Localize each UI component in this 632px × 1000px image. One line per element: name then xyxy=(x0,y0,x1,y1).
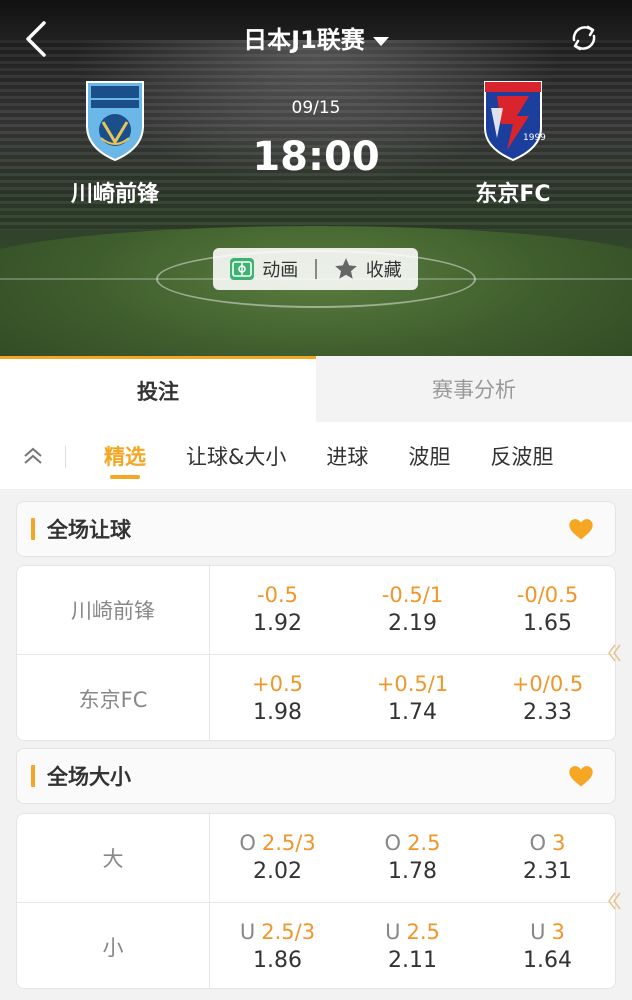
line-value: 3 xyxy=(552,831,566,855)
totals-line: O3 xyxy=(530,829,566,857)
handicap-line: -0.5/1 xyxy=(381,583,444,607)
odds-value: 2.31 xyxy=(523,859,572,884)
line-value: 2.5/3 xyxy=(261,831,316,855)
line-value: 2.5 xyxy=(407,831,441,855)
collapse-button[interactable] xyxy=(0,422,66,489)
away-team: 1999 东京FC xyxy=(433,78,593,208)
totals-line: O 2.5/3 xyxy=(239,829,315,857)
league-selector[interactable]: 日本J1联赛 xyxy=(0,20,632,55)
away-team-logo: 1999 xyxy=(484,81,546,162)
svg-text:1999: 1999 xyxy=(523,133,546,143)
top-bar: 日本J1联赛 xyxy=(0,0,632,76)
scroll-left-arrow-icon[interactable] xyxy=(606,642,622,664)
tab-match-analysis[interactable]: 赛事分析 xyxy=(316,356,632,422)
home-team-name: 川崎前锋 xyxy=(70,182,159,207)
odds-cell[interactable]: U 2.5/3 1.86 xyxy=(210,903,345,988)
animation-label: 动画 xyxy=(262,260,299,281)
section-totals-header: 全场大小 xyxy=(16,748,616,804)
totals-line: U3 xyxy=(530,918,565,946)
collapse-chevrons-icon xyxy=(24,447,42,464)
scroll-left-arrow-icon[interactable] xyxy=(606,890,622,912)
odds-cell[interactable]: +0.5/1 1.74 xyxy=(345,655,480,740)
odds-cell[interactable]: -0.5/1 2.19 xyxy=(345,566,480,654)
favorite-button[interactable]: 收藏 xyxy=(317,248,419,290)
table-row: 东京FC +0.5 1.98 +0.5/1 1.74 +0/0.5 2.33 xyxy=(17,654,615,740)
handicap-line: -0.5 xyxy=(257,583,298,607)
odds-cell[interactable]: -0.5 1.92 xyxy=(210,566,345,654)
table-row: 大 O 2.5/3 2.02 O 2.5 1.78 O3 2.31 xyxy=(17,814,615,902)
row-label: 东京FC xyxy=(17,655,210,740)
handicap-line: +0/0.5 xyxy=(511,671,584,696)
handicap-line: +0.5/1 xyxy=(376,671,449,696)
under-prefix: U xyxy=(530,919,546,944)
totals-odds-table: 大 O 2.5/3 2.02 O 2.5 1.78 O3 2.31 小 U 2.5/3… xyxy=(16,813,616,989)
section-title: 全场让球 xyxy=(47,518,131,542)
odds-value: 1.86 xyxy=(253,947,302,973)
table-row: 小 U 2.5/3 1.86 U 2.5 2.11 U3 1.64 xyxy=(17,902,615,988)
odds-cell[interactable]: +0.5 1.98 xyxy=(210,655,345,740)
odds-value: 1.92 xyxy=(253,611,302,636)
line-value: 2.5/3 xyxy=(261,919,316,944)
odds-cell[interactable]: U 2.5 2.11 xyxy=(345,903,480,988)
match-actions: 动画 收藏 xyxy=(213,248,418,290)
line-value: 2.5 xyxy=(406,919,440,944)
odds-cell[interactable]: -0/0.5 1.65 xyxy=(480,566,615,654)
odds-cell[interactable]: O 2.5 1.78 xyxy=(345,814,480,902)
odds-value: 2.11 xyxy=(388,947,437,973)
refresh-button[interactable] xyxy=(566,20,602,56)
totals-line: U 2.5 xyxy=(385,918,440,946)
match-header: 日本J1联赛 川崎前锋 09/15 18:00 1999 东京FC 动画 收藏 xyxy=(0,0,632,356)
odds-value: 1.65 xyxy=(523,611,572,636)
over-prefix: O xyxy=(529,831,547,855)
league-title: 日本J1联赛 xyxy=(243,26,365,54)
dropdown-caret-icon xyxy=(372,36,389,46)
heart-icon[interactable] xyxy=(567,515,595,543)
animation-icon xyxy=(230,258,255,280)
line-value: 3 xyxy=(551,919,565,944)
tab-featured[interactable]: 精选 xyxy=(104,422,146,489)
odds-value: 1.98 xyxy=(253,699,302,725)
handicap-line: +0.5 xyxy=(252,671,303,696)
under-prefix: U xyxy=(239,919,256,944)
row-label: 川崎前锋 xyxy=(17,566,210,654)
refresh-icon xyxy=(572,25,596,51)
section-accent-bar xyxy=(31,765,35,787)
totals-line: U 2.5/3 xyxy=(240,918,315,946)
odds-cell[interactable]: O 2.5/3 2.02 xyxy=(210,814,345,902)
handicap-odds-table: 川崎前锋 -0.5 1.92 -0.5/1 2.19 -0/0.5 1.65 东… xyxy=(16,565,616,741)
heart-icon[interactable] xyxy=(567,762,595,790)
odds-cell[interactable]: +0/0.5 2.33 xyxy=(480,655,615,740)
section-handicap-header: 全场让球 xyxy=(16,501,616,557)
tab-anti-correct-score[interactable]: 反波胆 xyxy=(490,422,553,489)
row-label: 小 xyxy=(17,903,210,988)
handicap-line: -0/0.5 xyxy=(516,583,579,607)
odds-value: 1.74 xyxy=(388,699,437,725)
main-tabs: 投注 赛事分析 xyxy=(0,356,632,422)
animation-button[interactable]: 动画 xyxy=(213,248,315,290)
tab-goals[interactable]: 进球 xyxy=(326,422,368,489)
tab-betting[interactable]: 投注 xyxy=(0,356,316,422)
over-prefix: O xyxy=(239,831,256,855)
odds-value: 1.78 xyxy=(388,859,437,884)
table-row: 川崎前锋 -0.5 1.92 -0.5/1 2.19 -0/0.5 1.65 xyxy=(17,566,615,654)
row-label: 大 xyxy=(17,814,210,902)
odds-value: 2.33 xyxy=(523,699,572,725)
odds-cell[interactable]: O3 2.31 xyxy=(480,814,615,902)
favorite-label: 收藏 xyxy=(365,260,402,281)
odds-cell[interactable]: U3 1.64 xyxy=(480,903,615,988)
over-prefix: O xyxy=(384,831,402,855)
section-accent-bar xyxy=(31,518,35,540)
odds-value: 2.19 xyxy=(388,611,437,636)
tab-correct-score[interactable]: 波胆 xyxy=(408,422,450,489)
market-tabs: 精选 让球&大小 进球 波胆 反波胆 xyxy=(0,422,632,490)
tab-handicap-totals[interactable]: 让球&大小 xyxy=(186,422,286,489)
totals-line: O 2.5 xyxy=(385,829,441,857)
odds-value: 2.02 xyxy=(253,859,302,884)
under-prefix: U xyxy=(385,919,401,944)
away-team-name: 东京FC xyxy=(475,182,551,207)
odds-value: 1.64 xyxy=(523,947,572,973)
section-title: 全场大小 xyxy=(47,765,131,789)
star-icon xyxy=(334,258,357,279)
